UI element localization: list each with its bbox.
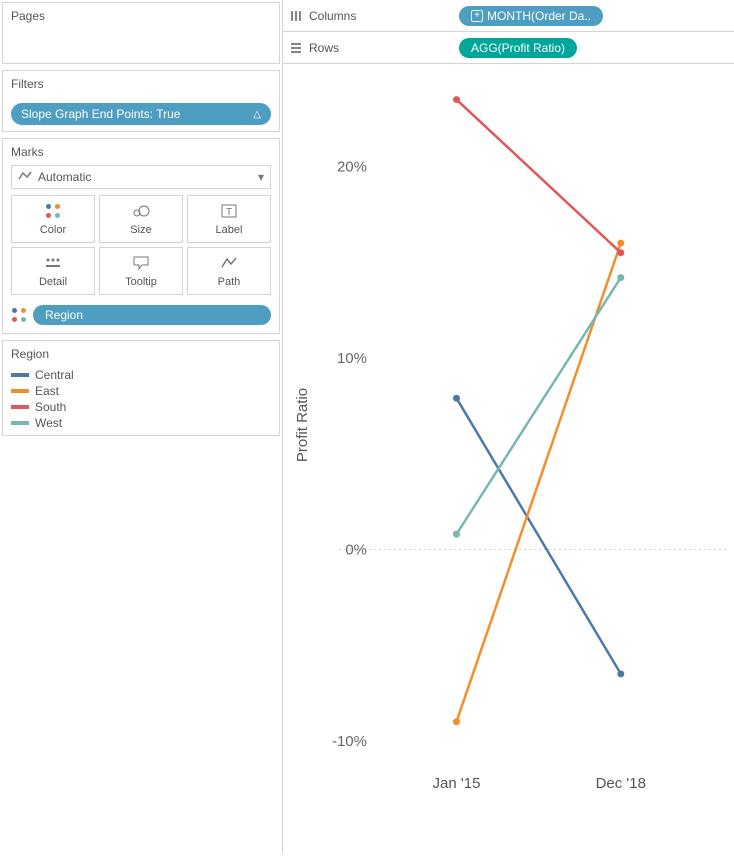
legend-swatch xyxy=(11,421,29,425)
y-tick-label: 20% xyxy=(337,159,367,176)
columns-label: Columns xyxy=(309,9,356,23)
filters-title: Filters xyxy=(3,71,279,97)
legend-item[interactable]: South xyxy=(3,399,279,415)
detail-icon xyxy=(43,254,63,272)
columns-icon xyxy=(289,9,303,23)
x-tick-label: Jan '15 xyxy=(433,775,481,792)
marks-label-button[interactable]: T Label xyxy=(187,195,271,243)
pages-title: Pages xyxy=(3,3,279,29)
legend-title: Region xyxy=(3,341,279,367)
legend-swatch xyxy=(11,389,29,393)
legend-card: Region Central East South West xyxy=(2,340,280,436)
columns-shelf[interactable]: Columns + MONTH(Order Da.. xyxy=(283,0,734,32)
series-point xyxy=(453,395,460,402)
marks-card: Marks Automatic ▾ Color xyxy=(2,138,280,334)
rows-icon xyxy=(289,41,303,55)
pages-shelf[interactable]: Pages xyxy=(2,2,280,64)
series-point xyxy=(453,718,460,725)
series-point xyxy=(453,531,460,538)
chart-viewport[interactable]: -10% 0% 10% 20% Profit Ratio Jan '15 Dec '18 xyxy=(282,64,734,854)
path-icon xyxy=(219,254,239,272)
series-line xyxy=(457,100,621,253)
shelves: Columns + MONTH(Order Da.. Rows AGG(Prof… xyxy=(282,0,734,64)
svg-text:T: T xyxy=(226,207,232,218)
legend-label: West xyxy=(35,416,62,430)
legend-label: Central xyxy=(35,368,74,382)
y-axis-label: Profit Ratio xyxy=(294,388,311,462)
legend-item[interactable]: West xyxy=(3,415,279,431)
marks-tooltip-button[interactable]: Tooltip xyxy=(99,247,183,295)
marks-type-label: Automatic xyxy=(38,170,91,184)
series-line xyxy=(457,278,621,535)
rows-pill[interactable]: AGG(Profit Ratio) xyxy=(459,38,577,58)
series-point xyxy=(617,274,624,281)
y-tick-label: 10% xyxy=(337,350,367,367)
region-pill[interactable]: Region xyxy=(33,305,271,325)
series-line xyxy=(457,398,621,674)
series-point xyxy=(617,670,624,677)
x-tick-label: Dec '18 xyxy=(596,775,646,792)
tooltip-icon xyxy=(131,254,151,272)
marks-size-button[interactable]: Size xyxy=(99,195,183,243)
marks-color-button[interactable]: Color xyxy=(11,195,95,243)
y-tick-label: 0% xyxy=(345,541,367,558)
rows-shelf[interactable]: Rows AGG(Profit Ratio) xyxy=(283,32,734,64)
legend-label: South xyxy=(35,400,66,414)
label-icon: T xyxy=(219,202,239,220)
legend-item[interactable]: Central xyxy=(3,367,279,383)
line-icon xyxy=(18,170,32,184)
marks-title: Marks xyxy=(3,139,279,165)
filter-pill[interactable]: Slope Graph End Points: True △ xyxy=(11,103,271,125)
delta-icon: △ xyxy=(253,109,261,120)
marks-detail-button[interactable]: Detail xyxy=(11,247,95,295)
color-icon xyxy=(43,202,63,220)
columns-pill[interactable]: + MONTH(Order Da.. xyxy=(459,6,603,26)
marks-type-select[interactable]: Automatic ▾ xyxy=(11,165,271,189)
chevron-down-icon: ▾ xyxy=(258,170,264,184)
legend-item[interactable]: East xyxy=(3,383,279,399)
y-tick-label: -10% xyxy=(332,733,367,750)
marks-path-button[interactable]: Path xyxy=(187,247,271,295)
series-point xyxy=(453,96,460,103)
legend-swatch xyxy=(11,405,29,409)
filter-pill-label: Slope Graph End Points: True xyxy=(21,107,180,121)
sidebar: Pages Filters Slope Graph End Points: Tr… xyxy=(0,0,282,854)
series-point xyxy=(617,240,624,247)
slope-chart: -10% 0% 10% 20% Profit Ratio Jan '15 Dec '18 xyxy=(289,70,729,840)
filters-shelf[interactable]: Filters Slope Graph End Points: True △ xyxy=(2,70,280,132)
legend-swatch xyxy=(11,373,29,377)
legend-label: East xyxy=(35,384,59,398)
rows-label: Rows xyxy=(309,41,339,55)
plus-icon: + xyxy=(471,10,483,22)
size-icon xyxy=(131,202,151,220)
series-point xyxy=(617,249,624,256)
color-icon xyxy=(11,307,27,323)
